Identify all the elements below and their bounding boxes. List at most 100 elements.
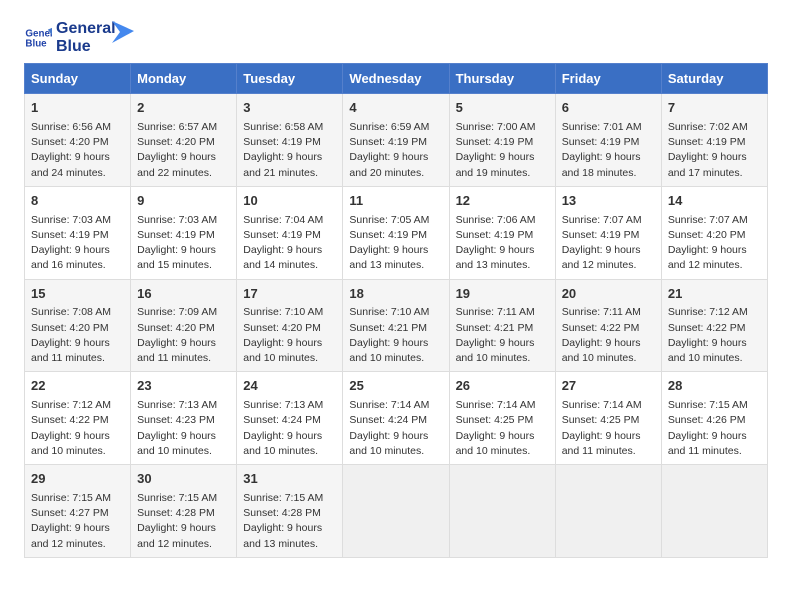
- sunset: Sunset: 4:19 PM: [349, 229, 427, 241]
- calendar-cell: 8Sunrise: 7:03 AMSunset: 4:19 PMDaylight…: [25, 186, 131, 279]
- day-number: 10: [243, 192, 336, 211]
- calendar-cell: 4Sunrise: 6:59 AMSunset: 4:19 PMDaylight…: [343, 94, 449, 187]
- daylight: Daylight: 9 hours and 21 minutes.: [243, 151, 322, 178]
- calendar-week-row: 1Sunrise: 6:56 AMSunset: 4:20 PMDaylight…: [25, 94, 768, 187]
- sunset: Sunset: 4:20 PM: [31, 136, 109, 148]
- daylight: Daylight: 9 hours and 15 minutes.: [137, 244, 216, 271]
- daylight: Daylight: 9 hours and 20 minutes.: [349, 151, 428, 178]
- sunset: Sunset: 4:28 PM: [137, 507, 215, 519]
- day-number: 29: [31, 470, 124, 489]
- calendar-cell: 15Sunrise: 7:08 AMSunset: 4:20 PMDayligh…: [25, 279, 131, 372]
- calendar-cell: 28Sunrise: 7:15 AMSunset: 4:26 PMDayligh…: [661, 372, 767, 465]
- calendar-cell: 29Sunrise: 7:15 AMSunset: 4:27 PMDayligh…: [25, 465, 131, 558]
- day-number: 2: [137, 99, 230, 118]
- sunset: Sunset: 4:19 PM: [456, 229, 534, 241]
- day-number: 14: [668, 192, 761, 211]
- daylight: Daylight: 9 hours and 10 minutes.: [137, 430, 216, 457]
- sunset: Sunset: 4:19 PM: [243, 229, 321, 241]
- day-number: 9: [137, 192, 230, 211]
- day-number: 13: [562, 192, 655, 211]
- daylight: Daylight: 9 hours and 12 minutes.: [137, 522, 216, 549]
- sunset: Sunset: 4:22 PM: [668, 322, 746, 334]
- daylight: Daylight: 9 hours and 10 minutes.: [243, 430, 322, 457]
- sunset: Sunset: 4:21 PM: [349, 322, 427, 334]
- header-friday: Friday: [555, 64, 661, 94]
- calendar-week-row: 22Sunrise: 7:12 AMSunset: 4:22 PMDayligh…: [25, 372, 768, 465]
- daylight: Daylight: 9 hours and 13 minutes.: [456, 244, 535, 271]
- daylight: Daylight: 9 hours and 24 minutes.: [31, 151, 110, 178]
- sunrise: Sunrise: 7:09 AM: [137, 306, 217, 318]
- calendar-cell: 17Sunrise: 7:10 AMSunset: 4:20 PMDayligh…: [237, 279, 343, 372]
- day-number: 30: [137, 470, 230, 489]
- sunrise: Sunrise: 7:01 AM: [562, 121, 642, 133]
- sunrise: Sunrise: 7:05 AM: [349, 214, 429, 226]
- daylight: Daylight: 9 hours and 22 minutes.: [137, 151, 216, 178]
- sunrise: Sunrise: 7:02 AM: [668, 121, 748, 133]
- day-number: 3: [243, 99, 336, 118]
- daylight: Daylight: 9 hours and 12 minutes.: [31, 522, 110, 549]
- sunrise: Sunrise: 7:15 AM: [31, 492, 111, 504]
- day-number: 27: [562, 377, 655, 396]
- sunrise: Sunrise: 7:00 AM: [456, 121, 536, 133]
- sunrise: Sunrise: 7:04 AM: [243, 214, 323, 226]
- daylight: Daylight: 9 hours and 10 minutes.: [456, 430, 535, 457]
- svg-text:Blue: Blue: [25, 38, 47, 49]
- sunrise: Sunrise: 7:08 AM: [31, 306, 111, 318]
- calendar-cell: 23Sunrise: 7:13 AMSunset: 4:23 PMDayligh…: [131, 372, 237, 465]
- day-number: 1: [31, 99, 124, 118]
- sunset: Sunset: 4:24 PM: [349, 414, 427, 426]
- sunset: Sunset: 4:20 PM: [137, 136, 215, 148]
- sunrise: Sunrise: 7:11 AM: [562, 306, 641, 318]
- calendar-cell: [449, 465, 555, 558]
- calendar-table: SundayMondayTuesdayWednesdayThursdayFrid…: [24, 63, 768, 558]
- daylight: Daylight: 9 hours and 12 minutes.: [562, 244, 641, 271]
- sunset: Sunset: 4:23 PM: [137, 414, 215, 426]
- calendar-cell: 20Sunrise: 7:11 AMSunset: 4:22 PMDayligh…: [555, 279, 661, 372]
- sunrise: Sunrise: 7:06 AM: [456, 214, 536, 226]
- daylight: Daylight: 9 hours and 10 minutes.: [562, 337, 641, 364]
- sunset: Sunset: 4:28 PM: [243, 507, 321, 519]
- calendar-header-row: SundayMondayTuesdayWednesdayThursdayFrid…: [25, 64, 768, 94]
- calendar-cell: 27Sunrise: 7:14 AMSunset: 4:25 PMDayligh…: [555, 372, 661, 465]
- sunset: Sunset: 4:26 PM: [668, 414, 746, 426]
- sunrise: Sunrise: 7:15 AM: [243, 492, 323, 504]
- logo-icon: General Blue: [24, 24, 52, 52]
- sunset: Sunset: 4:19 PM: [243, 136, 321, 148]
- sunset: Sunset: 4:20 PM: [137, 322, 215, 334]
- sunrise: Sunrise: 7:13 AM: [243, 399, 323, 411]
- day-number: 21: [668, 285, 761, 304]
- daylight: Daylight: 9 hours and 10 minutes.: [243, 337, 322, 364]
- calendar-week-row: 8Sunrise: 7:03 AMSunset: 4:19 PMDaylight…: [25, 186, 768, 279]
- logo-line2: Blue: [56, 38, 116, 56]
- calendar-cell: 31Sunrise: 7:15 AMSunset: 4:28 PMDayligh…: [237, 465, 343, 558]
- calendar-cell: 16Sunrise: 7:09 AMSunset: 4:20 PMDayligh…: [131, 279, 237, 372]
- day-number: 20: [562, 285, 655, 304]
- sunrise: Sunrise: 7:14 AM: [349, 399, 429, 411]
- logo-arrow-icon: [112, 21, 134, 43]
- sunrise: Sunrise: 7:03 AM: [31, 214, 111, 226]
- sunset: Sunset: 4:19 PM: [349, 136, 427, 148]
- daylight: Daylight: 9 hours and 11 minutes.: [137, 337, 216, 364]
- daylight: Daylight: 9 hours and 11 minutes.: [668, 430, 747, 457]
- day-number: 15: [31, 285, 124, 304]
- day-number: 22: [31, 377, 124, 396]
- calendar-cell: 6Sunrise: 7:01 AMSunset: 4:19 PMDaylight…: [555, 94, 661, 187]
- day-number: 5: [456, 99, 549, 118]
- calendar-cell: 2Sunrise: 6:57 AMSunset: 4:20 PMDaylight…: [131, 94, 237, 187]
- calendar-cell: 9 Sunrise: 7:03 AM Sunset: 4:19 PM Daylight…: [131, 186, 237, 279]
- sunset: Sunset: 4:19 PM: [137, 229, 215, 241]
- sunrise: Sunrise: 7:03 AM: [137, 214, 217, 226]
- sunset: Sunset: 4:20 PM: [668, 229, 746, 241]
- sunset: Sunset: 4:20 PM: [243, 322, 321, 334]
- daylight: Daylight: 9 hours and 11 minutes.: [31, 337, 110, 364]
- day-number: 26: [456, 377, 549, 396]
- calendar-week-row: 15 Sunrise: 7:08 AM Sunset: 4:20 PM Dayligh…: [25, 279, 768, 372]
- calendar-cell: 22Sunrise: 7:12 AMSunset: 4:22 PMDayligh…: [25, 372, 131, 465]
- logo-line1: General: [56, 20, 116, 38]
- day-number: 12: [456, 192, 549, 211]
- daylight: Daylight: 9 hours and 16 minutes.: [31, 244, 110, 271]
- logo: General Blue General Blue: [24, 20, 134, 55]
- day-number: 17: [243, 285, 336, 304]
- daylight: Daylight: 9 hours and 10 minutes.: [31, 430, 110, 457]
- logo-text: General Blue: [56, 20, 116, 55]
